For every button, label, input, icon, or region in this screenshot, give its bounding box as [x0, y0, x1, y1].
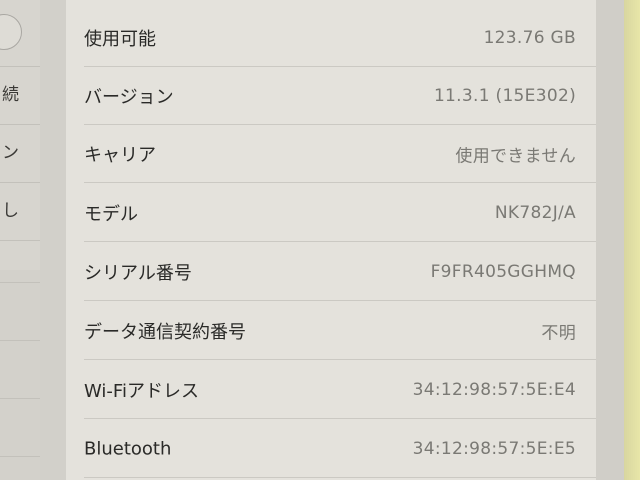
row-label: 使用可能	[84, 29, 156, 50]
device-bezel	[624, 0, 640, 480]
about-row-version[interactable]: バージョン 11.3.1 (15E302)	[66, 67, 596, 125]
row-separator	[84, 182, 596, 183]
sidebar-divider	[0, 66, 40, 67]
sidebar-item-label[interactable]: し	[2, 196, 19, 221]
row-value: NK782J/A	[494, 203, 576, 223]
settings-screen: 続 ン し 使用可能 123.76 GB バージョン 11.3.1 (15E30…	[0, 0, 624, 480]
about-info-table: 使用可能 123.76 GB バージョン 11.3.1 (15E302) キャリ…	[66, 0, 596, 480]
about-row-carrier: キャリア 使用できません	[66, 125, 596, 183]
about-row-serial: シリアル番号 F9FR405GGHMQ	[66, 243, 596, 301]
row-separator	[84, 418, 596, 419]
row-separator	[84, 300, 596, 301]
sidebar-divider	[0, 282, 40, 283]
row-value: F9FR405GGHMQ	[430, 262, 576, 282]
about-row-bluetooth: Bluetooth 34:12:98:57:5E:E5	[66, 420, 596, 478]
row-value: 不明	[541, 323, 576, 344]
row-value: 34:12:98:57:5E:E5	[412, 439, 576, 459]
row-label: Wi-Fiアドレス	[84, 381, 199, 402]
about-row-available: 使用可能 123.76 GB	[66, 9, 596, 67]
sidebar-divider	[0, 124, 40, 125]
about-row-wifi-address: Wi-Fiアドレス 34:12:98:57:5E:E4	[66, 361, 596, 419]
row-separator	[84, 359, 596, 360]
row-separator	[84, 241, 596, 242]
row-value: 11.3.1 (15E302)	[433, 86, 576, 106]
sidebar-divider	[0, 240, 40, 241]
sidebar-divider	[0, 456, 40, 457]
row-value: 使用できません	[455, 146, 576, 167]
sidebar-item-label[interactable]: 続	[2, 80, 19, 105]
content-margin	[40, 0, 66, 480]
about-row-data-contract: データ通信契約番号 不明	[66, 302, 596, 360]
about-row-model[interactable]: モデル NK782J/A	[66, 184, 596, 242]
row-label: シリアル番号	[84, 263, 192, 284]
profile-avatar-icon[interactable]	[0, 14, 22, 50]
content-margin-right	[596, 0, 624, 480]
row-label: キャリア	[84, 145, 156, 166]
settings-sidebar: 続 ン し	[0, 0, 41, 480]
sidebar-lower-section	[0, 270, 40, 480]
row-label: モデル	[84, 204, 138, 225]
sidebar-item-label[interactable]: ン	[2, 138, 19, 163]
row-label: Bluetooth	[84, 438, 172, 460]
sidebar-divider	[0, 182, 40, 183]
row-separator	[84, 477, 596, 478]
sidebar-divider	[0, 340, 40, 341]
sidebar-divider	[0, 398, 40, 399]
row-value: 123.76 GB	[483, 28, 576, 48]
row-label: データ通信契約番号	[84, 322, 246, 343]
row-value: 34:12:98:57:5E:E4	[412, 380, 576, 400]
row-label: バージョン	[84, 87, 174, 108]
